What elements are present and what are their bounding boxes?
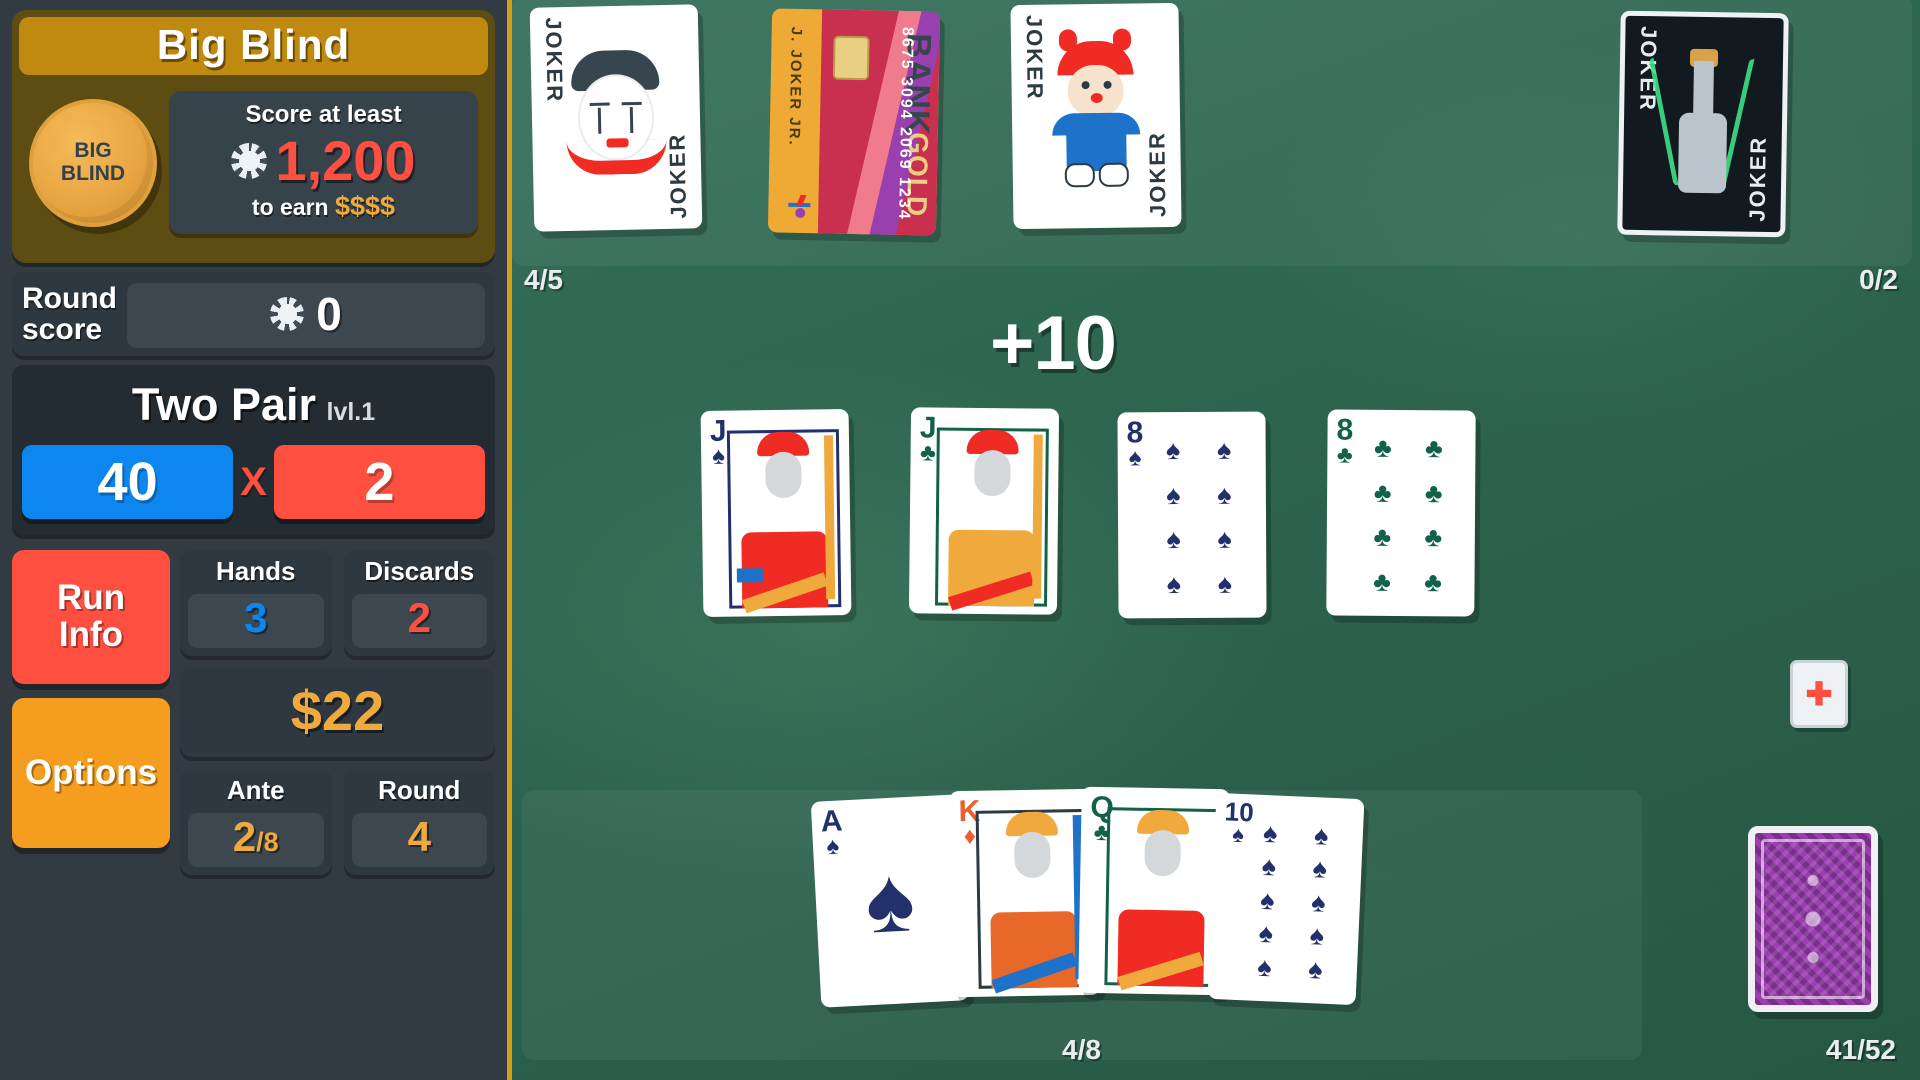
required-score: 1,200 — [275, 129, 416, 192]
round-score-value: 0 — [316, 288, 342, 340]
run-info-label-line2: Info — [58, 615, 124, 654]
played-card-8-clubs[interactable]: 8 ♣ ♣ ♣ ♣ ♣ ♣ ♣ ♣ ♣ — [1326, 409, 1476, 617]
blind-panel: Big Blind BIG BLIND Score at least 1,200… — [12, 10, 495, 263]
ante-stat: Ante 2/8 — [180, 769, 332, 875]
card-rank-suit: A ♠ — [819, 804, 844, 860]
round-score-label-line2: score — [22, 313, 103, 346]
mult-value: 2 — [273, 445, 485, 519]
ante-label: Ante — [226, 775, 285, 805]
jester-art — [1039, 40, 1153, 192]
hands-value: 3 — [244, 594, 268, 641]
plus-icon: ✚ — [1805, 676, 1833, 712]
round-label: Round — [378, 775, 461, 805]
discards-stat: Discards 2 — [343, 550, 495, 656]
hand-card-10-spades[interactable]: 10 ♠ ♠ ♠ ♠ ♠ ♠ ♠ ♠ ♠ ♠ ♠ — [1207, 792, 1365, 1006]
money-value: $22 — [290, 679, 385, 742]
jack-face-art — [935, 427, 1049, 611]
money-display: $22 — [180, 668, 495, 757]
deck-counter: 41/52 — [1825, 1034, 1896, 1065]
hands-stat: Hands 3 — [180, 550, 332, 656]
score-at-least-label: Score at least — [245, 101, 402, 128]
card-rank-suit: 8 ♣ — [1336, 413, 1354, 469]
multiply-symbol: X — [240, 459, 267, 504]
blind-token-line1: BIG — [74, 139, 112, 163]
mime-face-art — [563, 49, 670, 181]
poker-hand-level: lvl.1 — [326, 398, 376, 426]
poker-hand-name: Two Pair — [131, 379, 317, 430]
joker-card-jester[interactable]: JOKER JOKER — [1010, 2, 1182, 230]
hand-score-panel: Two Pair lvl.1 40 X 2 — [12, 365, 495, 535]
reward-amount: $$$$ — [335, 191, 396, 221]
card-rank-suit: J ♠ — [709, 414, 727, 470]
card-pips: ♠ ♠ ♠ ♠ ♠ ♠ ♠ ♠ ♠ ♠ — [1256, 817, 1330, 985]
king-face-art — [975, 808, 1091, 994]
joker-card-mime[interactable]: JOKER JOKER — [529, 4, 703, 232]
run-info-button[interactable]: Run Info — [12, 550, 170, 684]
joker-counter: 4/5 — [524, 264, 563, 295]
blind-requirement: Score at least 1,200 to earn $$$$ — [169, 91, 478, 234]
played-card-jack-spades[interactable]: J ♠ — [700, 408, 852, 618]
round-score-panel: Round score 0 — [12, 272, 495, 356]
card-rank-suit: J ♣ — [919, 411, 937, 467]
round-score-value-box: 0 — [126, 280, 485, 348]
ante-value: 2 — [232, 813, 257, 860]
blind-token-line2: BLIND — [60, 161, 126, 185]
balatro-game-screen: Big Blind BIG BLIND Score at least 1,200… — [0, 0, 1920, 1080]
round-score-label-line1: Round — [22, 281, 117, 315]
deck-back-pattern — [1761, 839, 1865, 999]
score-popup: +10 — [990, 301, 1117, 386]
credit-card-logo-icon — [788, 194, 811, 218]
game-sidebar: Big Blind BIG BLIND Score at least 1,200… — [0, 0, 512, 1080]
consumable-counter: 0/2 — [1859, 264, 1898, 295]
options-button[interactable]: Options — [12, 698, 170, 848]
discards-label: Discards — [364, 556, 475, 586]
blind-title: Big Blind — [19, 17, 488, 75]
hand-card-ace-spades[interactable]: A ♠ ♠ — [810, 794, 970, 1008]
bottle-art — [1648, 48, 1760, 199]
card-rank-suit: 8 ♠ — [1126, 416, 1144, 471]
played-card-8-spades[interactable]: 8 ♠ ♠ ♠ ♠ ♠ ♠ ♠ ♠ ♠ — [1117, 411, 1267, 619]
chips-value: 40 — [22, 445, 234, 519]
game-table: 4/5 0/2 JOKER JOKER BANK GOLD 8675 3094 … — [512, 0, 1920, 1080]
deck-pile[interactable] — [1748, 826, 1878, 1012]
credit-card-holder: J. JOKER JR. — [785, 26, 805, 147]
hand-counter: 4/8 — [1062, 1034, 1101, 1065]
consumable-card-icon[interactable]: ✚ — [1790, 660, 1848, 728]
hands-label: Hands — [216, 556, 296, 586]
chip-icon — [270, 297, 305, 331]
joker-card-bottle[interactable]: JOKER JOKER — [1617, 10, 1789, 238]
round-value: 4 — [407, 813, 431, 860]
hand-card-queen-clubs[interactable]: Q ♣ — [1078, 786, 1230, 996]
card-pips: ♠ ♠ ♠ ♠ ♠ ♠ ♠ ♠ — [1165, 434, 1233, 599]
blind-token: BIG BLIND — [29, 98, 157, 227]
joker-card-credit-card[interactable]: BANK GOLD 8675 3094 2069 1234 J. JOKER J… — [767, 8, 941, 236]
queen-face-art — [1104, 807, 1220, 991]
played-card-jack-clubs[interactable]: J ♣ — [908, 407, 1060, 615]
to-earn-label: to earn — [251, 194, 329, 220]
round-stat: Round 4 — [343, 769, 495, 875]
jack-face-art — [726, 429, 842, 614]
ante-max: 8 — [263, 827, 279, 857]
credit-card-number: 8675 3094 2069 1234 — [895, 26, 916, 221]
run-info-label-line1: Run — [56, 578, 126, 618]
chip-icon — [231, 143, 268, 179]
ante-separator: / — [256, 827, 264, 857]
card-pips: ♣ ♣ ♣ ♣ ♣ ♣ ♣ ♣ — [1373, 432, 1443, 597]
card-center-pip: ♠ — [862, 848, 918, 953]
discards-value: 2 — [407, 594, 431, 641]
